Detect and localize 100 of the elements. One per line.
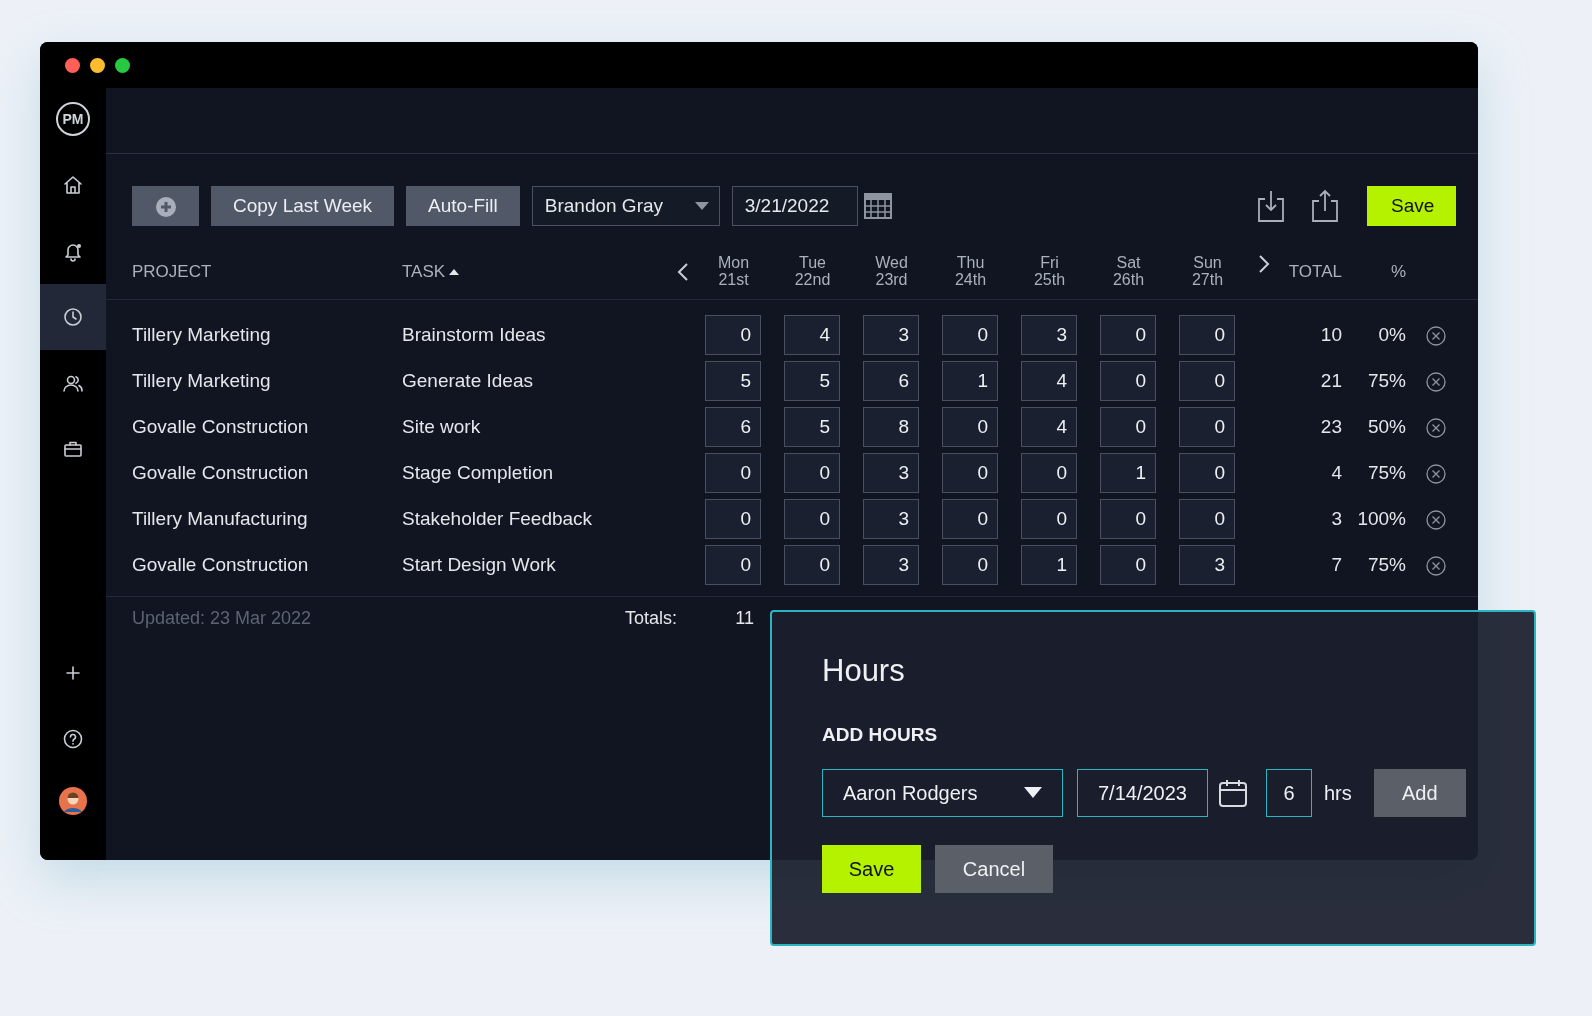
- calendar-icon[interactable]: [863, 193, 892, 219]
- avatar-icon[interactable]: [59, 787, 87, 815]
- sidebar-item[interactable]: [40, 284, 106, 350]
- column-header: PROJECT: [132, 260, 213, 283]
- hours-input[interactable]: 1: [942, 361, 998, 401]
- hours-input[interactable]: 0: [1100, 361, 1156, 401]
- column-header: %: [1390, 261, 1406, 281]
- hours-input[interactable]: 6: [1266, 769, 1312, 817]
- hours-input[interactable]: 0: [942, 499, 998, 539]
- task-cell-text: Start Design Work: [402, 552, 557, 577]
- hours-input[interactable]: 3: [863, 315, 919, 355]
- remove-icon[interactable]: [1426, 509, 1446, 530]
- save-button[interactable]: Save: [1367, 186, 1456, 226]
- total-cell: 23: [1320, 415, 1342, 437]
- task-cell-text: Stakeholder Feedback: [402, 506, 594, 531]
- hours-input[interactable]: 0: [784, 453, 840, 493]
- download-icon[interactable]: [1257, 189, 1285, 223]
- hours-input[interactable]: 0: [1179, 453, 1235, 493]
- hours-input[interactable]: 0: [784, 545, 840, 585]
- day-label: Mon: [716, 254, 751, 272]
- day-label: Wed: [874, 254, 909, 272]
- hours-input[interactable]: 0: [1100, 315, 1156, 355]
- hours-input[interactable]: 6: [705, 407, 761, 447]
- hours-input[interactable]: 0: [784, 499, 840, 539]
- help-icon[interactable]: [62, 728, 84, 750]
- hours-input[interactable]: 0: [1021, 453, 1077, 493]
- hours-input[interactable]: 0: [942, 315, 998, 355]
- hours-input[interactable]: 5: [784, 407, 840, 447]
- percent-cell: 100%: [1357, 507, 1406, 529]
- total-cell: 4: [1331, 461, 1342, 483]
- minimize-button[interactable]: [90, 57, 105, 73]
- hours-input[interactable]: 6: [863, 361, 919, 401]
- date-label: 24th: [953, 271, 988, 289]
- hours-input[interactable]: 5: [705, 361, 761, 401]
- hours-input[interactable]: 3: [863, 499, 919, 539]
- remove-icon[interactable]: [1426, 417, 1446, 438]
- cancel-button[interactable]: Cancel: [935, 845, 1053, 893]
- column-header[interactable]: TASK: [402, 258, 446, 285]
- hours-input[interactable]: 0: [705, 545, 761, 585]
- day-label: Sun: [1192, 254, 1223, 272]
- unit-label: hrs: [1324, 781, 1352, 806]
- dialog-title: Hours: [822, 652, 906, 690]
- calendar-icon[interactable]: [1218, 778, 1248, 808]
- percent-cell: 0%: [1378, 323, 1406, 345]
- close-button[interactable]: [65, 57, 80, 73]
- total-cell: 3: [1331, 507, 1342, 529]
- hours-input[interactable]: 4: [784, 315, 840, 355]
- save-button[interactable]: Save: [822, 845, 921, 893]
- next-icon[interactable]: [1258, 254, 1270, 275]
- hours-input[interactable]: 3: [863, 545, 919, 585]
- project-cell-text: Govalle Construction: [132, 414, 310, 439]
- toolbar-button[interactable]: Auto-Fill: [406, 186, 520, 226]
- percent-cell: 75%: [1367, 553, 1406, 575]
- hours-input[interactable]: 0: [1179, 407, 1235, 447]
- hours-input[interactable]: 0: [705, 315, 761, 355]
- project-cell-text: Tillery Marketing: [132, 322, 272, 347]
- hours-input[interactable]: 0: [942, 407, 998, 447]
- hours-input[interactable]: 0: [1179, 361, 1235, 401]
- hours-input[interactable]: 0: [1021, 499, 1077, 539]
- hours-input[interactable]: 3: [1179, 545, 1235, 585]
- person-dropdown[interactable]: Aaron Rodgers: [822, 769, 1063, 817]
- hours-input[interactable]: 4: [1021, 407, 1077, 447]
- hours-input[interactable]: 8: [863, 407, 919, 447]
- person-dropdown[interactable]: Brandon Gray: [531, 186, 720, 226]
- total-cell: 7: [1331, 553, 1342, 575]
- remove-icon[interactable]: [1426, 463, 1446, 484]
- remove-icon[interactable]: [1426, 325, 1446, 346]
- clock-icon[interactable]: [62, 306, 84, 328]
- previous-icon[interactable]: [677, 262, 689, 283]
- maximize-button[interactable]: [115, 57, 130, 73]
- hours-input[interactable]: 4: [1021, 361, 1077, 401]
- hours-input[interactable]: 0: [705, 499, 761, 539]
- hours-input[interactable]: 0: [1179, 499, 1235, 539]
- remove-icon[interactable]: [1426, 555, 1446, 576]
- project-cell-text: Govalle Construction: [132, 552, 310, 577]
- hours-input[interactable]: 0: [942, 453, 998, 493]
- sort-icon: [449, 268, 460, 275]
- date-field[interactable]: 3/21/2022: [731, 186, 858, 226]
- date-label: 22nd: [793, 271, 832, 289]
- add-button[interactable]: [132, 186, 199, 226]
- remove-icon[interactable]: [1426, 371, 1446, 392]
- date-field[interactable]: 7/14/2023: [1077, 769, 1208, 817]
- hours-input[interactable]: 1: [1021, 545, 1077, 585]
- hours-input[interactable]: 3: [863, 453, 919, 493]
- hours-input[interactable]: 3: [1021, 315, 1077, 355]
- hours-input[interactable]: 0: [942, 545, 998, 585]
- percent-cell: 75%: [1367, 369, 1406, 391]
- hours-input[interactable]: 0: [705, 453, 761, 493]
- hours-input[interactable]: 5: [784, 361, 840, 401]
- hours-input[interactable]: 0: [1179, 315, 1235, 355]
- share-icon[interactable]: [1311, 189, 1339, 223]
- home-icon[interactable]: [62, 174, 84, 196]
- toolbar-button[interactable]: Copy Last Week: [211, 186, 395, 226]
- hours-input[interactable]: 0: [1100, 499, 1156, 539]
- percent-cell: 75%: [1367, 461, 1406, 483]
- hours-input[interactable]: 0: [1100, 545, 1156, 585]
- total-cell: 21: [1320, 369, 1342, 391]
- hours-input[interactable]: 0: [1100, 407, 1156, 447]
- add-button[interactable]: Add: [1373, 769, 1466, 817]
- hours-input[interactable]: 1: [1100, 453, 1156, 493]
